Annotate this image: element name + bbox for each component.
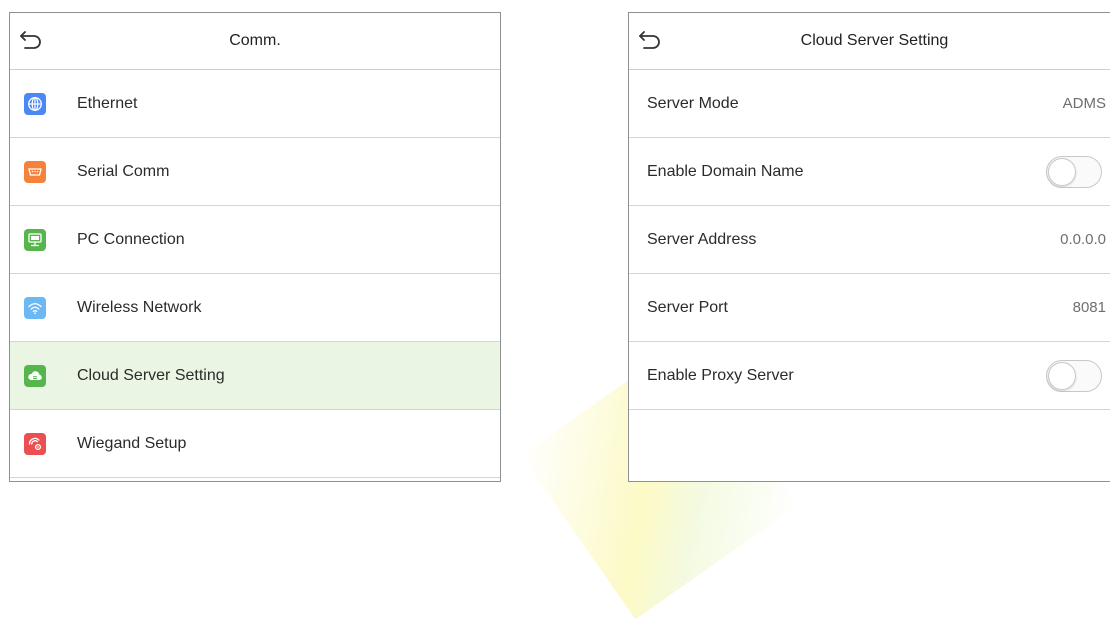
setting-row-server-mode[interactable]: Server Mode ADMS — [629, 70, 1110, 138]
menu-item-wireless-network[interactable]: Wireless Network — [10, 274, 500, 342]
menu-item-ethernet[interactable]: Ethernet — [10, 70, 500, 138]
setting-label: Server Address — [647, 230, 757, 248]
cloud-server-setting-panel: Cloud Server Setting Server Mode ADMS En… — [628, 12, 1110, 482]
menu-item-label: Cloud Server Setting — [77, 366, 225, 384]
toggle-knob — [1048, 361, 1076, 390]
enable-proxy-server-toggle[interactable] — [1046, 359, 1102, 392]
setting-label: Server Mode — [647, 94, 739, 112]
menu-item-label: PC Connection — [77, 230, 185, 248]
back-arrow-icon[interactable] — [18, 27, 44, 53]
setting-row-server-port[interactable]: Server Port 8081 — [629, 274, 1110, 342]
menu-item-serial-comm[interactable]: Serial Comm — [10, 138, 500, 206]
globe-icon — [24, 92, 46, 115]
menu-item-label: Wireless Network — [77, 298, 202, 316]
wiegand-icon — [24, 432, 46, 455]
menu-item-cloud-server-setting[interactable]: Cloud Server Setting — [10, 342, 500, 410]
setting-value: 8081 — [1072, 299, 1106, 316]
comm-header: Comm. — [10, 13, 500, 70]
cloud-icon — [24, 364, 46, 387]
setting-label: Enable Domain Name — [647, 162, 804, 180]
page-title: Cloud Server Setting — [800, 32, 949, 49]
enable-domain-name-toggle[interactable] — [1046, 155, 1102, 188]
setting-row-enable-proxy-server[interactable]: Enable Proxy Server — [629, 342, 1110, 410]
setting-value: 0.0.0.0 — [1060, 231, 1106, 248]
wifi-icon — [24, 296, 46, 319]
back-arrow-icon[interactable] — [637, 27, 663, 53]
serial-port-icon — [24, 160, 46, 183]
page-title: Comm. — [229, 32, 281, 49]
menu-item-pc-connection[interactable]: PC Connection — [10, 206, 500, 274]
setting-label: Enable Proxy Server — [647, 366, 794, 384]
menu-item-label: Wiegand Setup — [77, 434, 187, 452]
menu-item-label: Ethernet — [77, 94, 138, 112]
monitor-icon — [24, 228, 46, 251]
menu-item-wiegand-setup[interactable]: Wiegand Setup — [10, 410, 500, 478]
menu-item-label: Serial Comm — [77, 162, 170, 180]
cloud-server-header: Cloud Server Setting — [629, 13, 1110, 70]
setting-value: ADMS — [1062, 95, 1106, 112]
setting-row-enable-domain-name[interactable]: Enable Domain Name — [629, 138, 1110, 206]
setting-label: Server Port — [647, 298, 728, 316]
setting-row-server-address[interactable]: Server Address 0.0.0.0 — [629, 206, 1110, 274]
toggle-knob — [1048, 157, 1076, 186]
comm-menu-panel: Comm. Ethernet Serial Comm PC Connection… — [9, 12, 501, 482]
